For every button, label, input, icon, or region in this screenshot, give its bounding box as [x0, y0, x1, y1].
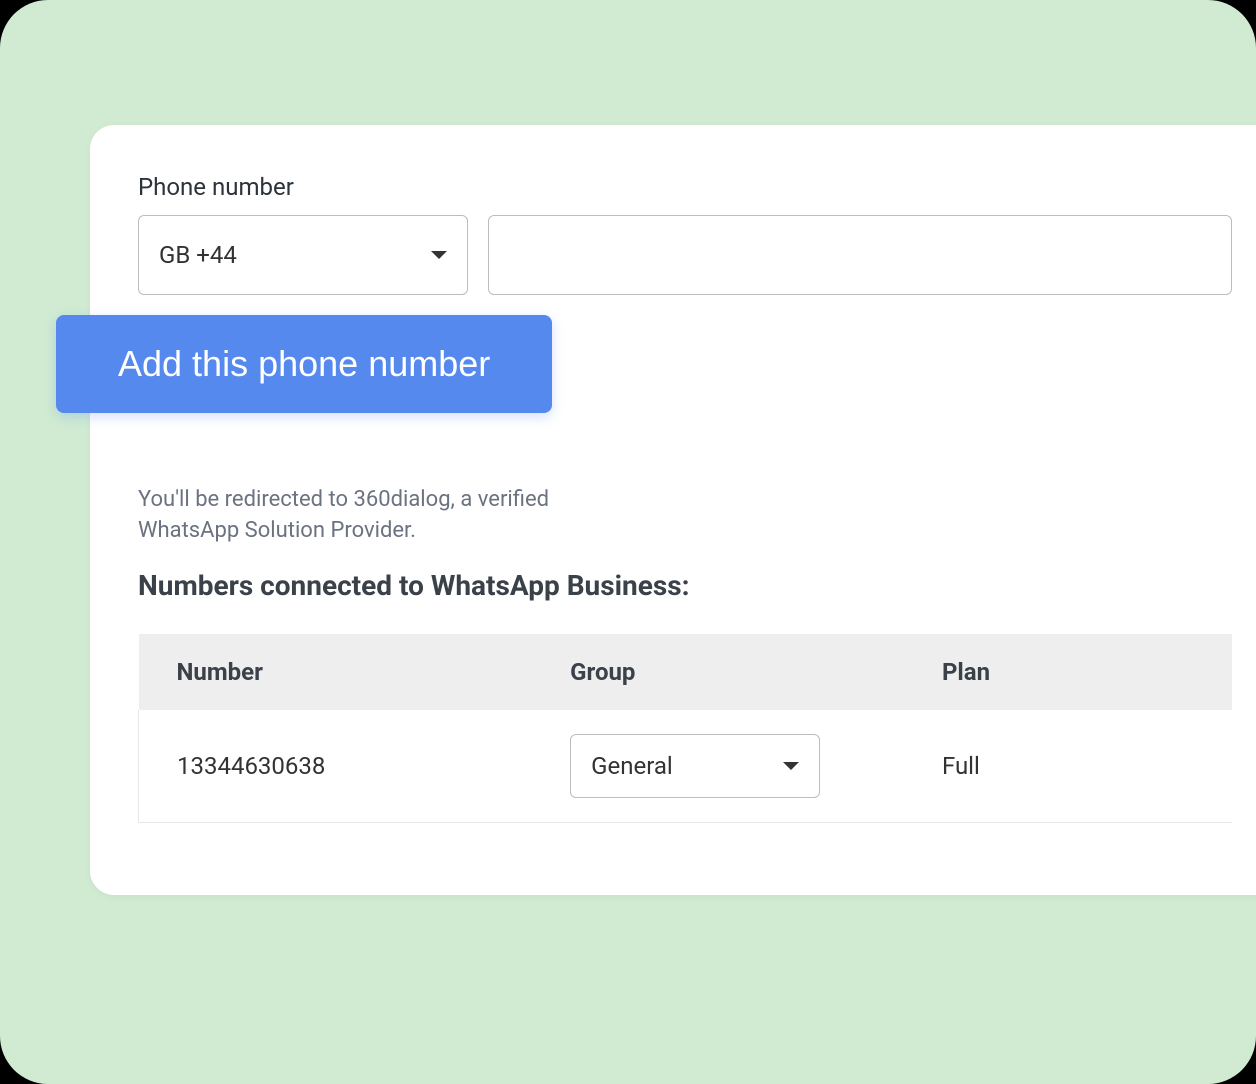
table-row: 13344630638 General Full	[139, 710, 1233, 823]
country-code-select[interactable]: GB +44	[138, 215, 468, 295]
group-select[interactable]: General	[570, 734, 820, 798]
column-header-number: Number	[139, 634, 533, 710]
outer-panel: Phone number GB +44 Add this phone numbe…	[0, 0, 1256, 1084]
column-header-plan: Plan	[904, 634, 1232, 710]
cell-plan: Full	[904, 710, 1232, 823]
country-code-value: GB +44	[159, 241, 237, 269]
numbers-table: Number Group Plan 13344630638 General Fu…	[138, 634, 1232, 823]
cell-group: General	[532, 710, 904, 823]
numbers-connected-heading: Numbers connected to WhatsApp Business:	[138, 569, 1232, 602]
cell-number: 13344630638	[139, 710, 533, 823]
phone-input-row: GB +44	[138, 215, 1232, 295]
phone-number-label: Phone number	[138, 173, 1232, 201]
redirect-info-text: You'll be redirected to 360dialog, a ver…	[138, 485, 598, 547]
main-card: Phone number GB +44 Add this phone numbe…	[90, 125, 1256, 895]
table-header-row: Number Group Plan	[139, 634, 1233, 710]
phone-number-input[interactable]	[488, 215, 1232, 295]
chevron-down-icon	[431, 251, 447, 259]
column-header-group: Group	[532, 634, 904, 710]
chevron-down-icon	[783, 762, 799, 770]
add-phone-number-button[interactable]: Add this phone number	[56, 315, 552, 413]
group-select-value: General	[591, 752, 673, 780]
